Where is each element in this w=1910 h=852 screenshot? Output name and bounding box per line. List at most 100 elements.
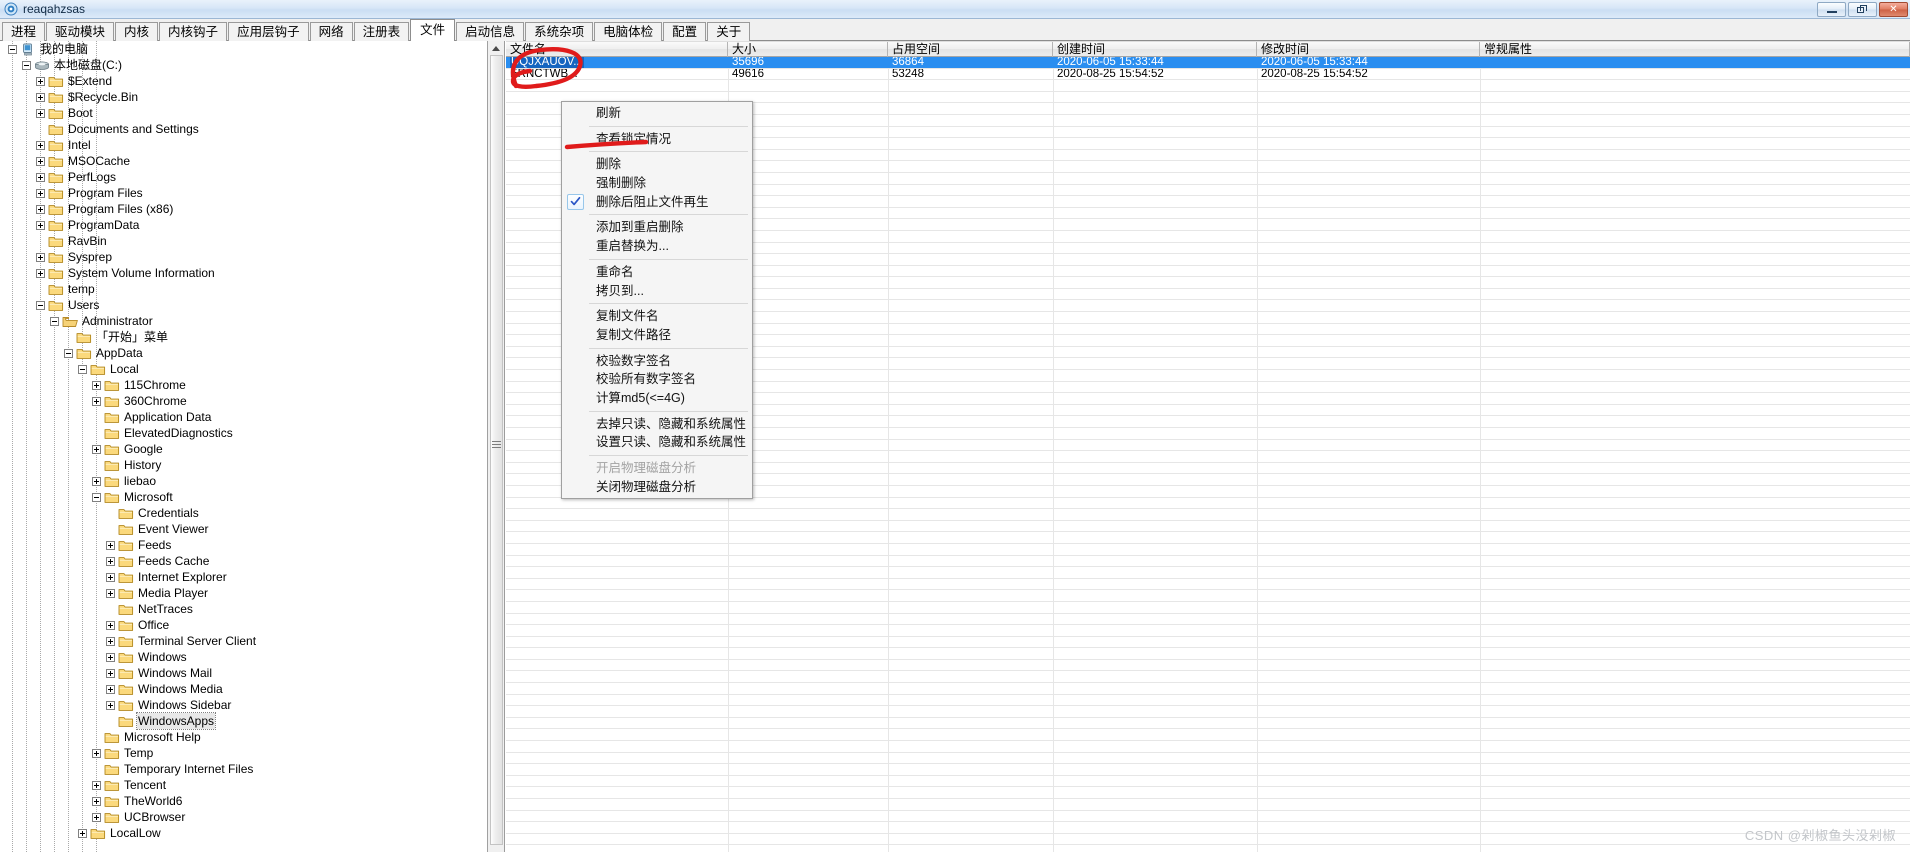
checkbox-checked-icon[interactable] [567,193,584,210]
context-menu-item-0[interactable]: 刷新 [562,104,752,123]
file-context-menu[interactable]: 刷新 查看锁定情况 删除 强制删除 删除后阻止文件再生 添加到重启删除 重启替换为... 重命… [561,101,753,500]
expand-plus-icon[interactable] [92,748,101,758]
context-menu-item-18[interactable]: 校验所有数字签名 [562,370,752,389]
column-header-1[interactable]: 大小 [728,42,888,57]
context-menu-item-6[interactable]: 删除后阻止文件再生 [562,193,752,212]
expand-plus-icon[interactable] [92,476,101,486]
expand-plus-icon[interactable] [36,268,45,278]
tree-node-37[interactable]: Terminal Server Client [0,633,487,649]
tree-node-18[interactable]: 「开始」菜单 [0,329,487,345]
tree-node-47[interactable]: TheWorld6 [0,793,487,809]
tree-node-40[interactable]: Windows Media [0,681,487,697]
context-menu-item-19[interactable]: 计算md5(<=4G) [562,389,752,408]
tree-node-29[interactable]: Credentials [0,505,487,521]
tree-node-49[interactable]: LocalLow [0,825,487,841]
tab-12[interactable]: 关于 [707,22,751,41]
collapse-minus-icon[interactable] [92,492,101,502]
tree-node-32[interactable]: Feeds Cache [0,553,487,569]
expand-plus-icon[interactable] [92,396,101,406]
tree-vertical-scrollbar[interactable] [488,41,505,852]
context-menu-item-8[interactable]: 添加到重启删除 [562,218,752,237]
scroll-up-arrow-icon[interactable] [491,43,501,53]
tree-node-8[interactable]: PerfLogs [0,169,487,185]
column-header-2[interactable]: 占用空间 [888,42,1053,57]
collapse-minus-icon[interactable] [78,364,87,374]
context-menu-item-22[interactable]: 设置只读、隐藏和系统属性 [562,433,752,452]
expand-plus-icon[interactable] [36,156,45,166]
expand-plus-icon[interactable] [92,780,101,790]
tree-node-38[interactable]: Windows [0,649,487,665]
expand-plus-icon[interactable] [106,540,115,550]
collapse-minus-icon[interactable] [50,316,59,326]
context-menu-item-2[interactable]: 查看锁定情况 [562,130,752,149]
tree-node-15[interactable]: temp [0,281,487,297]
tree-node-3[interactable]: $Recycle.Bin [0,89,487,105]
tree-node-16[interactable]: Users [0,297,487,313]
expand-plus-icon[interactable] [92,444,101,454]
tab-5[interactable]: 网络 [309,22,353,41]
context-menu-item-5[interactable]: 强制删除 [562,174,752,193]
tree-node-31[interactable]: Feeds [0,537,487,553]
column-header-3[interactable]: 创建时间 [1053,42,1257,57]
context-menu-item-11[interactable]: 重命名 [562,263,752,282]
tree-node-14[interactable]: System Volume Information [0,265,487,281]
expand-plus-icon[interactable] [106,620,115,630]
tree-node-9[interactable]: Program Files [0,185,487,201]
tab-0[interactable]: 进程 [2,22,46,41]
tab-11[interactable]: 配置 [663,22,707,41]
restore-button[interactable] [1848,2,1877,17]
context-menu-item-14[interactable]: 复制文件名 [562,307,752,326]
tree-node-30[interactable]: Event Viewer [0,521,487,537]
expand-plus-icon[interactable] [106,652,115,662]
context-menu-item-17[interactable]: 校验数字签名 [562,352,752,371]
tree-node-10[interactable]: Program Files (x86) [0,201,487,217]
tree-node-22[interactable]: 360Chrome [0,393,487,409]
expand-plus-icon[interactable] [106,700,115,710]
expand-plus-icon[interactable] [36,92,45,102]
expand-plus-icon[interactable] [106,556,115,566]
expand-plus-icon[interactable] [106,572,115,582]
tree-node-0[interactable]: 我的电脑 [0,41,487,57]
tree-node-21[interactable]: 115Chrome [0,377,487,393]
expand-plus-icon[interactable] [92,812,101,822]
expand-plus-icon[interactable] [106,684,115,694]
tab-9[interactable]: 系统杂项 [525,22,594,41]
tree-node-33[interactable]: Internet Explorer [0,569,487,585]
context-menu-item-21[interactable]: 去掉只读、隐藏和系统属性 [562,415,752,434]
context-menu-item-12[interactable]: 拷贝到... [562,282,752,301]
expand-plus-icon[interactable] [36,172,45,182]
folder-tree-pane[interactable]: 我的电脑 本地磁盘(C:) $Extend $Recycle.Bin Boot Docum… [0,41,488,852]
tree-node-36[interactable]: Office [0,617,487,633]
tree-node-5[interactable]: Documents and Settings [0,121,487,137]
expand-plus-icon[interactable] [36,220,45,230]
expand-plus-icon[interactable] [106,636,115,646]
tree-node-46[interactable]: Tencent [0,777,487,793]
tree-node-41[interactable]: Windows Sidebar [0,697,487,713]
column-header-4[interactable]: 修改时间 [1257,42,1480,57]
tree-node-35[interactable]: NetTraces [0,601,487,617]
tree-node-12[interactable]: RavBin [0,233,487,249]
tree-node-45[interactable]: Temporary Internet Files [0,761,487,777]
tree-node-28[interactable]: Microsoft [0,489,487,505]
tree-node-48[interactable]: UCBrowser [0,809,487,825]
tree-node-39[interactable]: Windows Mail [0,665,487,681]
tab-2[interactable]: 内核 [115,22,159,41]
expand-plus-icon[interactable] [78,828,87,838]
tree-node-1[interactable]: 本地磁盘(C:) [0,57,487,73]
tree-node-26[interactable]: History [0,457,487,473]
tree-node-25[interactable]: Google [0,441,487,457]
collapse-minus-icon[interactable] [36,300,45,310]
expand-plus-icon[interactable] [92,796,101,806]
tree-node-17[interactable]: Administrator [0,313,487,329]
context-menu-item-4[interactable]: 删除 [562,155,752,174]
scrollbar-track[interactable] [490,55,503,845]
tree-node-11[interactable]: ProgramData [0,217,487,233]
collapse-minus-icon[interactable] [22,60,31,70]
column-header-0[interactable]: 文件名 [506,42,728,57]
expand-plus-icon[interactable] [36,108,45,118]
tree-node-44[interactable]: Temp [0,745,487,761]
tree-node-24[interactable]: ElevatedDiagnostics [0,425,487,441]
tab-1[interactable]: 驱动模块 [46,22,115,41]
tab-4[interactable]: 应用层钩子 [228,22,309,41]
context-menu-item-15[interactable]: 复制文件路径 [562,326,752,345]
